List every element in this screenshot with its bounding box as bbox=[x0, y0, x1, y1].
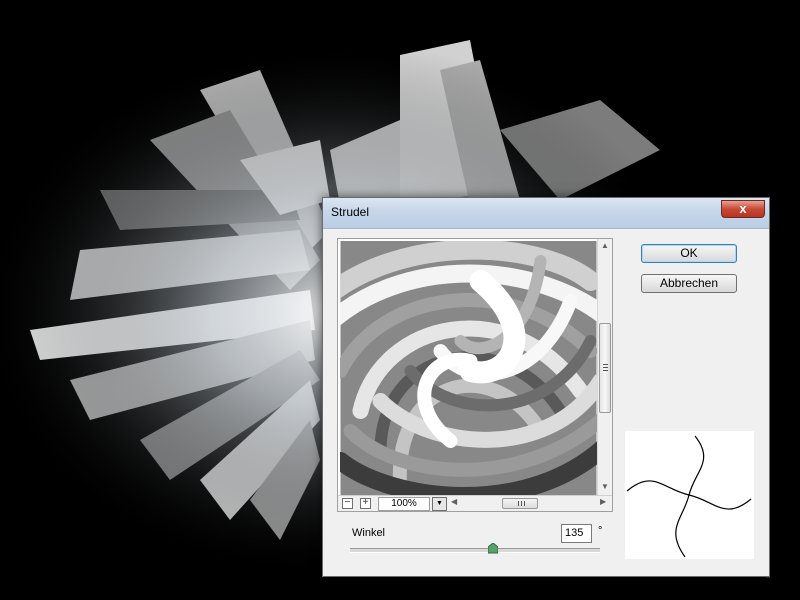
zoom-out-icon: − bbox=[344, 497, 351, 508]
preview-swirl-image[interactable] bbox=[340, 241, 597, 495]
swirl-shape-thumbnail bbox=[625, 431, 754, 559]
angle-label: Winkel bbox=[352, 527, 386, 539]
vertical-scrollbar[interactable]: ▲ ▼ bbox=[597, 239, 612, 496]
grip-line bbox=[603, 367, 608, 368]
horizontal-scroll-thumb[interactable] bbox=[502, 498, 538, 509]
arrow-right-icon[interactable]: ▶ bbox=[600, 497, 606, 506]
title-bar[interactable]: Strudel bbox=[323, 198, 769, 229]
grip-line bbox=[603, 370, 608, 371]
angle-input[interactable]: 135 bbox=[561, 524, 592, 543]
vertical-scroll-thumb[interactable] bbox=[599, 323, 611, 413]
grip-line bbox=[603, 364, 608, 365]
preview-zoom-bar: − + 100% ▼ ◀ ▶ bbox=[338, 495, 612, 511]
degree-symbol: ° bbox=[598, 525, 603, 537]
swirl-filter-dialog: Strudel x ▲ ▼ − + 100% ▼ ◀ ▶ OK Abbreche… bbox=[322, 197, 770, 577]
preview-panel[interactable]: ▲ ▼ − + 100% ▼ ◀ ▶ bbox=[337, 238, 613, 512]
zoom-in-button[interactable]: + bbox=[360, 498, 371, 509]
arrow-up-icon[interactable]: ▲ bbox=[598, 239, 612, 253]
arrow-left-icon[interactable]: ◀ bbox=[451, 497, 457, 506]
cancel-button[interactable]: Abbrechen bbox=[641, 274, 737, 293]
angle-slider-track[interactable] bbox=[350, 548, 600, 553]
arrow-down-icon[interactable]: ▼ bbox=[598, 480, 612, 494]
zoom-out-button[interactable]: − bbox=[342, 498, 353, 509]
slider-thumb-icon[interactable] bbox=[487, 543, 498, 554]
grip-line bbox=[524, 501, 525, 506]
grip-line bbox=[518, 501, 519, 506]
chevron-down-icon[interactable]: ▼ bbox=[432, 497, 447, 511]
close-button[interactable]: x bbox=[721, 200, 765, 218]
ok-button[interactable]: OK bbox=[641, 244, 737, 263]
zoom-level-field[interactable]: 100% bbox=[378, 497, 430, 511]
zoom-in-icon: + bbox=[362, 497, 369, 508]
close-icon: x bbox=[739, 201, 747, 216]
dialog-title: Strudel bbox=[331, 205, 370, 219]
grip-line bbox=[521, 501, 522, 506]
